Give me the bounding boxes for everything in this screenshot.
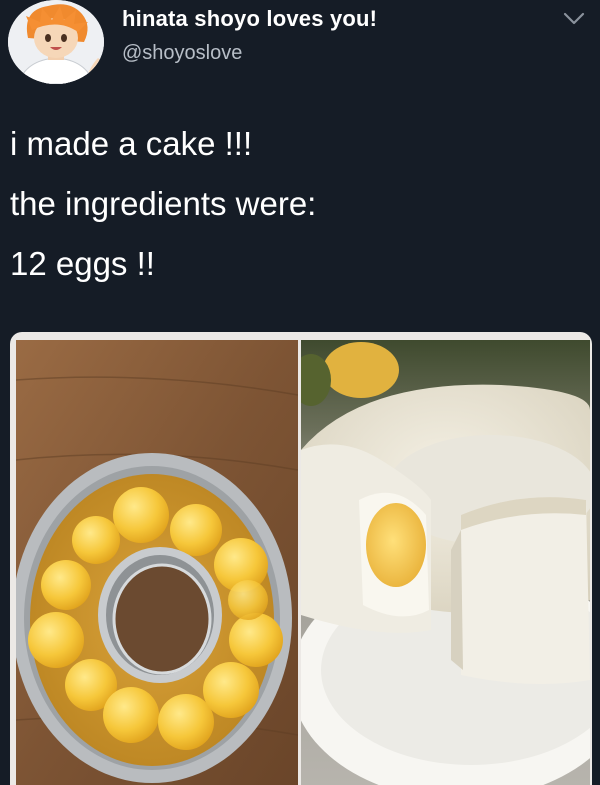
tweet-line: i made a cake !!!: [10, 125, 253, 162]
user-handle[interactable]: @shoyoslove: [122, 42, 242, 65]
tweet-text: i made a cake !!! the ingredients were: …: [10, 114, 590, 294]
tweet-media[interactable]: [10, 332, 592, 785]
tweet-line: the ingredients were:: [10, 185, 317, 222]
tweet-line: 12 eggs !!: [10, 245, 155, 282]
photo-egg-cake[interactable]: [301, 340, 590, 785]
photo-eggs-in-pan[interactable]: [16, 340, 298, 785]
avatar[interactable]: [8, 0, 104, 84]
chevron-down-icon[interactable]: [560, 8, 588, 30]
tweet-header: hinata shoyo loves you! @shoyoslove: [0, 0, 600, 100]
display-name[interactable]: hinata shoyo loves you!: [122, 6, 377, 32]
